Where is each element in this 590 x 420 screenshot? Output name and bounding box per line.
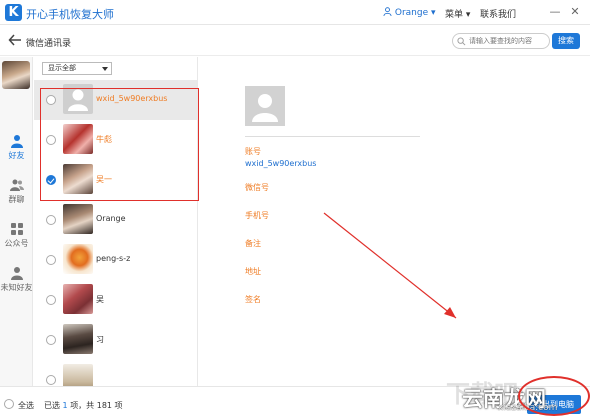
contact-avatar bbox=[63, 364, 93, 386]
filter-dropdown[interactable]: 显示全部 bbox=[42, 62, 112, 75]
contact-row[interactable] bbox=[34, 360, 197, 386]
search-box bbox=[452, 33, 550, 49]
export-to-computer-button[interactable]: 导出到电脑 bbox=[527, 395, 581, 414]
chevron-down-icon bbox=[102, 67, 108, 71]
footer-bar: 全选 已选 1 项，共 181 项 导出到电脑 bbox=[0, 386, 590, 420]
contact-radio[interactable] bbox=[46, 295, 56, 305]
count-prefix: 已选 bbox=[44, 401, 60, 410]
contact-name: Orange bbox=[96, 214, 126, 223]
person-icon bbox=[10, 135, 23, 148]
sidebar-item-label: 群聊 bbox=[8, 195, 25, 204]
contact-row[interactable]: 牛彪 bbox=[34, 120, 197, 160]
default-avatar-icon bbox=[63, 84, 93, 114]
contact-name: 习 bbox=[96, 335, 104, 344]
contact-radio[interactable] bbox=[46, 95, 56, 105]
my-avatar[interactable] bbox=[2, 61, 30, 89]
contact-name: wxid_5w90erxbus bbox=[96, 94, 168, 103]
contact-avatar bbox=[63, 124, 93, 154]
minimize-button[interactable]: — bbox=[548, 5, 562, 19]
page-header: 微信通讯录 搜索 bbox=[0, 26, 590, 56]
default-avatar-icon bbox=[245, 86, 285, 126]
back-arrow-icon[interactable] bbox=[8, 33, 22, 47]
contact-row[interactable]: Orange bbox=[34, 200, 197, 240]
contact-radio[interactable] bbox=[46, 215, 56, 225]
select-all-label[interactable]: 全选 bbox=[18, 400, 34, 411]
account-value: wxid_5w90erxbus bbox=[245, 159, 317, 168]
contact-radio[interactable] bbox=[46, 135, 56, 145]
app-window: K 开心手机恢复大师 Orange ▾ 菜单 ▾ 联系我们 — ✕ 微信通讯录 … bbox=[0, 0, 590, 420]
phone-label: 手机号 bbox=[245, 211, 269, 220]
contact-row[interactable]: 吴一 bbox=[34, 160, 197, 200]
page-title: 微信通讯录 bbox=[26, 39, 72, 49]
contact-name: 吴 bbox=[96, 295, 104, 304]
contact-avatar bbox=[63, 164, 93, 194]
contact-row[interactable]: 习 bbox=[34, 320, 197, 360]
contact-row[interactable]: peng-s-z bbox=[34, 240, 197, 280]
sidebar-item-label: 公众号 bbox=[4, 239, 29, 248]
sidebar-item-unknown-friends[interactable]: 未知好友 bbox=[0, 266, 33, 293]
address-label: 地址 bbox=[245, 267, 261, 276]
user-menu[interactable]: Orange ▾ bbox=[383, 7, 436, 18]
close-button[interactable]: ✕ bbox=[568, 5, 582, 19]
filter-value: 显示全部 bbox=[48, 64, 76, 72]
left-sidebar: 好友 群聊 公众号 未知好友 bbox=[0, 57, 33, 386]
account-label: 账号 bbox=[245, 147, 261, 156]
contact-avatar bbox=[63, 284, 93, 314]
search-icon bbox=[457, 37, 466, 46]
app-title: 开心手机恢复大师 bbox=[26, 8, 114, 21]
unknown-person-icon bbox=[10, 267, 23, 280]
count-selected: 1 bbox=[62, 401, 68, 410]
menu-button[interactable]: 菜单 ▾ bbox=[445, 7, 470, 20]
select-all-radio[interactable] bbox=[4, 399, 14, 409]
contact-radio[interactable] bbox=[46, 375, 56, 385]
sidebar-item-label: 未知好友 bbox=[0, 283, 33, 292]
contact-row[interactable]: wxid_5w90erxbus bbox=[34, 80, 197, 120]
chevron-down-icon: ▾ bbox=[428, 8, 436, 18]
contact-name: peng-s-z bbox=[96, 254, 131, 263]
user-icon bbox=[383, 7, 392, 16]
app-logo-icon: K bbox=[5, 4, 22, 21]
contact-detail-panel: 账号 wxid_5w90erxbus 微信号 手机号 备注 地址 签名 bbox=[199, 57, 590, 386]
search-button[interactable]: 搜索 bbox=[552, 33, 580, 49]
contact-avatar bbox=[63, 204, 93, 234]
count-suffix: 项，共 181 项 bbox=[70, 401, 123, 410]
user-name: Orange bbox=[394, 8, 429, 18]
selection-count: 已选 1 项，共 181 项 bbox=[44, 400, 123, 411]
grid-icon bbox=[10, 223, 23, 235]
contact-list: 显示全部 wxid_5w90erxbus 牛彪 吴一 Orange peng-s… bbox=[34, 57, 198, 386]
contact-avatar bbox=[63, 324, 93, 354]
contact-radio-checked[interactable] bbox=[46, 175, 56, 185]
menu-label: 菜单 bbox=[445, 10, 464, 20]
contact-row[interactable]: 吴 bbox=[34, 280, 197, 320]
group-icon bbox=[9, 179, 24, 191]
sidebar-item-groups[interactable]: 群聊 bbox=[0, 178, 33, 205]
contact-name: 吴一 bbox=[96, 175, 112, 184]
search-input[interactable] bbox=[469, 35, 547, 47]
divider bbox=[245, 136, 420, 137]
wechat-id-label: 微信号 bbox=[245, 183, 269, 192]
sidebar-item-friends[interactable]: 好友 bbox=[0, 134, 33, 161]
sidebar-item-official-accounts[interactable]: 公众号 bbox=[0, 222, 33, 249]
contact-radio[interactable] bbox=[46, 255, 56, 265]
contact-name: 牛彪 bbox=[96, 135, 112, 144]
remark-label: 备注 bbox=[245, 239, 261, 248]
contact-us-link[interactable]: 联系我们 bbox=[480, 7, 516, 20]
signature-label: 签名 bbox=[245, 295, 261, 304]
title-bar: K 开心手机恢复大师 Orange ▾ 菜单 ▾ 联系我们 — ✕ bbox=[0, 0, 590, 25]
contact-radio[interactable] bbox=[46, 335, 56, 345]
contact-avatar bbox=[63, 244, 93, 274]
sidebar-item-label: 好友 bbox=[8, 151, 25, 160]
